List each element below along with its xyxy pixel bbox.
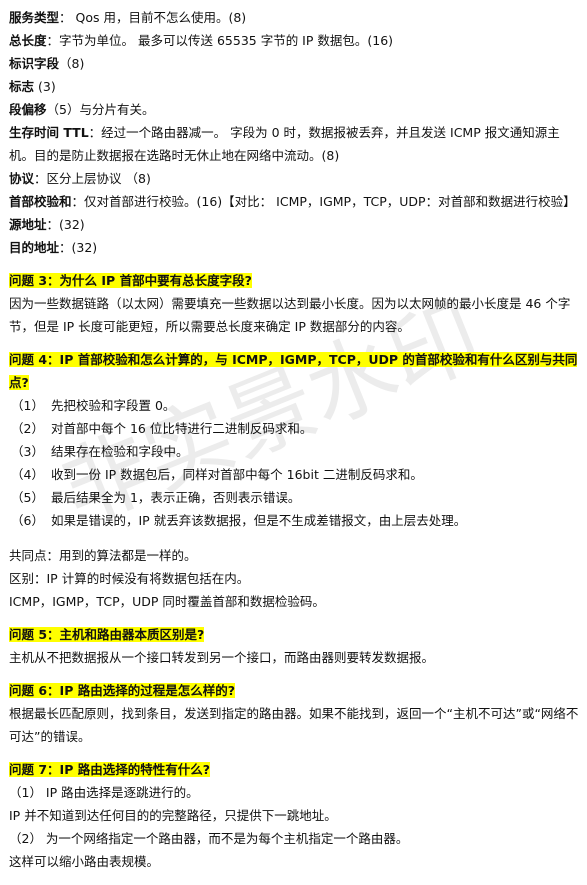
field-text: （5）与分片有关。	[46, 102, 155, 117]
field-text: ：区分上层协议 （8)	[34, 171, 151, 186]
step-text: 结果存在检验和字段中。	[51, 444, 189, 459]
question-3-answer: 因为一些数据链路（以太网）需要填充一些数据以达到最小长度。因为以太网帧的最小长度…	[9, 296, 571, 334]
step-item: （4） 收到一份 IP 数据包后，同样对首部中每个 16bit 二进制反码求和。	[9, 463, 579, 486]
question-5: 问题 5：主机和路由器本质区别是? 主机从不把数据报从一个接口转发到另一个接口，…	[9, 623, 579, 669]
question-7-line: IP 并不知道到达任何目的的完整路径，只提供下一跳地址。	[9, 808, 337, 823]
step-number: （6）	[11, 513, 44, 528]
field-label: 服务类型	[9, 10, 60, 25]
field-source-address: 源地址：(32)	[9, 213, 579, 236]
question-5-answer: 主机从不把数据报从一个接口转发到另一个接口，而路由器则要转发数据报。	[9, 650, 435, 665]
coverage-note: ICMP，IGMP，TCP，UDP 同时覆盖首部和数据检验码。	[9, 594, 325, 609]
field-text: (3)	[34, 79, 56, 94]
step-text: 先把校验和字段置 0。	[51, 398, 176, 413]
field-total-length: 总长度：字节为单位。 最多可以传送 65535 字节的 IP 数据包。(16)	[9, 29, 579, 52]
step-number: （1）	[11, 398, 44, 413]
field-label: 首部校验和	[9, 194, 72, 209]
step-number: （5）	[11, 490, 44, 505]
field-text: ：仅对首部进行校验。(16)【对比： ICMP，IGMP，TCP，UDP：对首部…	[71, 194, 576, 209]
document-page: 服务类型： Qos 用，目前不怎么使用。(8) 总长度：字节为单位。 最多可以传…	[9, 6, 579, 873]
step-item: （1） 先把校验和字段置 0。	[9, 394, 579, 417]
question-3: 问题 3：为什么 IP 首部中要有总长度字段? 因为一些数据链路（以太网）需要填…	[9, 269, 579, 338]
field-label: 标志	[9, 79, 35, 94]
field-text: （8)	[59, 56, 85, 71]
field-text: ：(32)	[59, 240, 98, 255]
field-label: 协议	[9, 171, 35, 186]
field-fragment-offset: 段偏移（5）与分片有关。	[9, 98, 579, 121]
step-item: （2） 对首部中每个 16 位比特进行二进制反码求和。	[9, 417, 579, 440]
step-item: （5） 最后结果全为 1，表示正确，否则表示错误。	[9, 486, 579, 509]
common-points: 共同点：用到的算法都是一样的。	[9, 548, 197, 563]
field-label: 目的地址	[9, 240, 60, 255]
step-item: （6） 如果是错误的，IP 就丢弃该数据报，但是不生成差错报文，由上层去处理。	[9, 509, 579, 532]
step-number: （3）	[11, 444, 44, 459]
question-7-title: 问题 7：IP 路由选择的特性有什么?	[9, 762, 210, 777]
step-text: 收到一份 IP 数据包后，同样对首部中每个 16bit 二进制反码求和。	[51, 467, 423, 482]
field-label: 段偏移	[9, 102, 47, 117]
question-5-title: 问题 5：主机和路由器本质区别是?	[9, 627, 205, 642]
question-4-title: 问题 4：IP 首部校验和怎么计算的，与 ICMP，IGMP，TCP，UDP 的…	[9, 352, 578, 390]
field-text: ：(32)	[46, 217, 85, 232]
field-header-checksum: 首部校验和：仅对首部进行校验。(16)【对比： ICMP，IGMP，TCP，UD…	[9, 190, 579, 213]
question-7-line: （2） 为一个网络指定一个路由器，而不是为每个主机指定一个路由器。	[9, 831, 409, 846]
field-protocol: 协议：区分上层协议 （8)	[9, 167, 579, 190]
step-text: 最后结果全为 1，表示正确，否则表示错误。	[51, 490, 301, 505]
question-6-answer: 根据最长匹配原则，找到条目，发送到指定的路由器。如果不能找到，返回一个“主机不可…	[9, 706, 579, 744]
question-7-line: （1） IP 路由选择是逐跳进行的。	[9, 785, 199, 800]
step-item: （3） 结果存在检验和字段中。	[9, 440, 579, 463]
field-label: 源地址	[9, 217, 47, 232]
field-service-type: 服务类型： Qos 用，目前不怎么使用。(8)	[9, 6, 579, 29]
step-text: 对首部中每个 16 位比特进行二进制反码求和。	[51, 421, 313, 436]
question-6: 问题 6：IP 路由选择的过程是怎么样的? 根据最长匹配原则，找到条目，发送到指…	[9, 679, 579, 748]
field-text: ： Qos 用，目前不怎么使用。(8)	[59, 10, 247, 25]
question-6-title: 问题 6：IP 路由选择的过程是怎么样的?	[9, 683, 235, 698]
step-number: （4）	[11, 467, 44, 482]
question-7: 问题 7：IP 路由选择的特性有什么? （1） IP 路由选择是逐跳进行的。 I…	[9, 758, 579, 873]
differences: 区别：IP 计算的时候没有将数据包括在内。	[9, 571, 250, 586]
question-3-title: 问题 3：为什么 IP 首部中要有总长度字段?	[9, 273, 252, 288]
field-label: 标识字段	[9, 56, 60, 71]
field-label: 生存时间 TTL	[9, 125, 89, 140]
step-number: （2）	[11, 421, 44, 436]
field-label: 总长度	[9, 33, 47, 48]
field-ttl: 生存时间 TTL：经过一个路由器减一。 字段为 0 时，数据报被丢弃，并且发送 …	[9, 121, 579, 167]
field-text: ：经过一个路由器减一。 字段为 0 时，数据报被丢弃，并且发送 ICMP 报文通…	[9, 125, 560, 163]
question-7-line: 这样可以缩小路由表规模。	[9, 854, 160, 869]
field-identification: 标识字段（8)	[9, 52, 579, 75]
field-text: ：字节为单位。 最多可以传送 65535 字节的 IP 数据包。(16)	[46, 33, 394, 48]
step-text: 如果是错误的，IP 就丢弃该数据报，但是不生成差错报文，由上层去处理。	[51, 513, 467, 528]
question-4: 问题 4：IP 首部校验和怎么计算的，与 ICMP，IGMP，TCP，UDP 的…	[9, 348, 579, 613]
field-flags: 标志 (3)	[9, 75, 579, 98]
field-destination-address: 目的地址：(32)	[9, 236, 579, 259]
